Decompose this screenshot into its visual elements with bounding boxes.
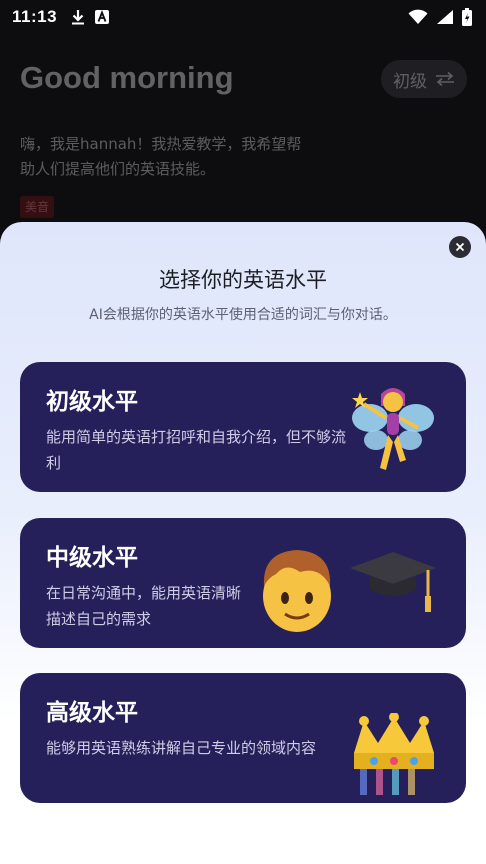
level-card-title: 初级水平 [46,389,138,415]
level-card-title: 高级水平 [46,700,138,726]
battery-icon [462,8,472,26]
font-a-icon [95,10,110,24]
status-right-icons [408,8,472,26]
status-bar: 11:13 [0,0,486,34]
background-page: Good morning 初级 嗨，我是hannah！我热爱教学，我希望帮助人们… [0,34,486,234]
swap-arrows-icon [436,72,454,86]
download-icon [72,10,85,25]
level-card-desc: 能用简单的英语打招呼和自我介绍，但不够流利 [46,428,347,472]
level-card-intermediate[interactable]: 中级水平 在日常沟通中，能用英语清晰描述自己的需求 [20,518,466,648]
status-time: 11:13 [12,7,58,26]
intro-text: 嗨，我是hannah！我热爱教学，我希望帮助人们提高他们的英语技能。 [20,135,302,178]
sheet-subtitle: AI会根据你的英语水平使用合适的词汇与你对话。 [89,307,397,323]
level-select-sheet: 选择你的英语水平 AI会根据你的英语水平使用合适的词汇与你对话。 初级水平 能用… [0,222,486,864]
crown-icon [354,713,434,795]
fairy-icon [352,388,434,470]
wifi-icon [408,9,428,24]
level-card-desc: 能够用英语熟练讲解自己专业的领域内容 [46,739,317,757]
status-left-icons [71,9,110,25]
signal-icon [437,10,453,24]
graduation-cap-icon [350,552,436,612]
level-card-advanced[interactable]: 高级水平 能够用英语熟练讲解自己专业的领域内容 [20,673,466,803]
close-button[interactable] [449,236,471,258]
level-switch-button[interactable]: 初级 [381,60,467,98]
level-card-desc: 在日常沟通中，能用英语清晰描述自己的需求 [46,584,242,628]
level-pill-label: 初级 [393,71,427,92]
sheet-title: 选择你的英语水平 [159,268,327,292]
greeting-title: Good morning [20,60,234,95]
close-icon [455,242,465,252]
accent-tag: 美音 [20,196,55,218]
boy-face-icon [263,550,331,632]
level-card-title: 中级水平 [46,545,138,571]
level-card-beginner[interactable]: 初级水平 能用简单的英语打招呼和自我介绍，但不够流利 [20,362,466,492]
